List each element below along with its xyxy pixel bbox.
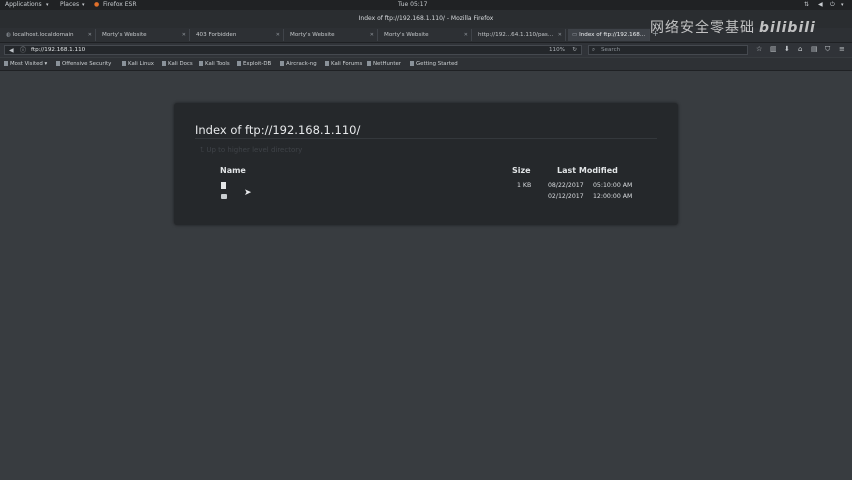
clock[interactable]: Tue 05:17: [398, 0, 427, 10]
tab-label: Morty's Website: [102, 32, 147, 38]
tab-label: Index of ftp://192.168...: [579, 32, 646, 38]
info-icon[interactable]: ⓘ: [20, 46, 26, 55]
home-icon[interactable]: ⌂: [798, 45, 802, 53]
file-date: 08/22/2017: [548, 182, 584, 189]
volume-icon[interactable]: ◀: [818, 0, 823, 10]
search-icon: ⌕: [592, 47, 596, 53]
firefox-icon: [410, 61, 414, 66]
kali-icon: [199, 61, 203, 66]
tab-403-forbidden[interactable]: 403 Forbidden ✕: [192, 29, 284, 41]
star-icon[interactable]: ☆: [756, 45, 762, 53]
watermark: 网络安全零基础 bilibili: [650, 17, 816, 37]
chevron-down-icon: ▾: [46, 2, 49, 8]
kali-icon: [367, 61, 371, 66]
search-input[interactable]: ⌕ Search: [588, 45, 748, 55]
tab-label: localhost.localdomain: [12, 32, 74, 38]
folder-icon[interactable]: [221, 194, 227, 199]
bookmark-aircrack-ng[interactable]: Aircrack-ng: [280, 58, 317, 70]
bookmarks-toolbar: Most Visited ▾ Offensive Security Kali L…: [0, 58, 852, 71]
tab-label: Morty's Website: [290, 32, 335, 38]
bookmark-kali-docs[interactable]: Kali Docs: [162, 58, 193, 70]
parent-directory-link[interactable]: ⮤ Up to higher level directory: [200, 146, 302, 155]
url-bar[interactable]: ◀ ⓘ ftp://192.168.1.110 110% ↻: [4, 45, 582, 55]
bookmark-kali-tools[interactable]: Kali Tools: [199, 58, 230, 70]
bookmark-icon: [237, 61, 241, 66]
file-icon[interactable]: [221, 182, 226, 189]
bookmark-kali-linux[interactable]: Kali Linux: [122, 58, 154, 70]
download-icon[interactable]: ⬇: [784, 45, 790, 53]
bookmark-getting-started[interactable]: Getting Started: [410, 58, 458, 70]
url-text[interactable]: ftp://192.168.1.110: [31, 47, 85, 53]
close-icon[interactable]: ✕: [182, 29, 186, 41]
mouse-cursor-icon: ➤: [244, 188, 252, 198]
kali-icon: [122, 61, 126, 66]
kali-icon: [162, 61, 166, 66]
close-icon[interactable]: ✕: [88, 29, 92, 41]
tab-index-ftp[interactable]: ▭ Index of ftp://192.168...: [568, 29, 650, 41]
menu-icon[interactable]: ≡: [839, 45, 845, 53]
tab-localhost[interactable]: ◍ localhost.localdomain ✕: [2, 29, 96, 41]
tab-label: http://192...64.1.110/pas...: [478, 32, 554, 38]
file-date: 02/12/2017: [548, 193, 584, 200]
navigation-bar: ◀ ⓘ ftp://192.168.1.110 110% ↻ ⌕ Search: [0, 43, 852, 57]
chevron-down-icon[interactable]: ▾: [841, 0, 844, 10]
kali-icon: [325, 61, 329, 66]
tab-label: Morty's Website: [384, 32, 429, 38]
page-title: Index of ftp://192.168.1.110/: [195, 123, 361, 137]
bookmark-icon: [56, 61, 60, 66]
file-time: 12:00:00 AM: [593, 193, 633, 200]
tab-mortys-website-2[interactable]: Morty's Website ✕: [286, 29, 378, 41]
file-size: 1 KB: [517, 182, 532, 189]
bookmark-nethunter[interactable]: NetHunter: [367, 58, 401, 70]
aircrack-icon: [280, 61, 284, 66]
power-icon[interactable]: ⏻: [830, 0, 835, 10]
tab-label: 403 Forbidden: [196, 32, 237, 38]
tab-mortys-website-3[interactable]: Morty's Website ✕: [380, 29, 472, 41]
search-placeholder: Search: [601, 47, 621, 53]
places-menu[interactable]: Places: [60, 0, 79, 10]
globe-icon: ◍: [6, 32, 13, 38]
tab-mortys-website-1[interactable]: Morty's Website ✕: [98, 29, 190, 41]
close-icon[interactable]: ✕: [558, 29, 562, 41]
sidebar-icon[interactable]: ▤: [811, 45, 818, 53]
zoom-level[interactable]: 110%: [549, 46, 565, 55]
firefox-app-menu[interactable]: Firefox ESR: [103, 0, 137, 10]
applications-menu[interactable]: Applications: [5, 0, 42, 10]
bookmark-exploit-db[interactable]: Exploit-DB: [237, 58, 271, 70]
tab-passwords[interactable]: http://192...64.1.110/pas... ✕: [474, 29, 566, 41]
bilibili-logo: bilibili: [759, 20, 816, 36]
column-header-size[interactable]: Size: [512, 166, 531, 175]
gnome-top-bar: Applications ▾ Places ▾ ● Firefox ESR Tu…: [0, 0, 852, 10]
divider: [195, 138, 657, 139]
watermark-text: 网络安全零基础: [650, 20, 755, 36]
network-icon[interactable]: ⇅: [804, 0, 809, 10]
file-time: 05:10:00 AM: [593, 182, 633, 189]
column-header-name[interactable]: Name: [220, 166, 246, 175]
window-title: Index of ftp://192.168.1.110/ - Mozilla …: [358, 15, 494, 22]
chevron-down-icon: ▾: [82, 2, 85, 8]
bookmark-most-visited[interactable]: Most Visited ▾: [4, 58, 47, 70]
reload-icon[interactable]: ↻: [572, 46, 577, 55]
bookmark-kali-forums[interactable]: Kali Forums: [325, 58, 362, 70]
close-icon[interactable]: ✕: [370, 29, 374, 41]
close-icon[interactable]: ✕: [464, 29, 468, 41]
gear-icon: [4, 61, 8, 66]
back-icon[interactable]: ◀: [9, 46, 14, 55]
column-header-last-modified[interactable]: Last Modified: [557, 166, 618, 175]
bookmark-offensive-security[interactable]: Offensive Security: [56, 58, 111, 70]
close-icon[interactable]: ✕: [276, 29, 280, 41]
directory-listing-panel: Index of ftp://192.168.1.110/ ⮤ Up to hi…: [174, 103, 678, 225]
library-icon[interactable]: ▥: [770, 45, 777, 53]
shield-icon[interactable]: ⛉: [825, 45, 830, 54]
firefox-icon: ●: [94, 1, 100, 8]
